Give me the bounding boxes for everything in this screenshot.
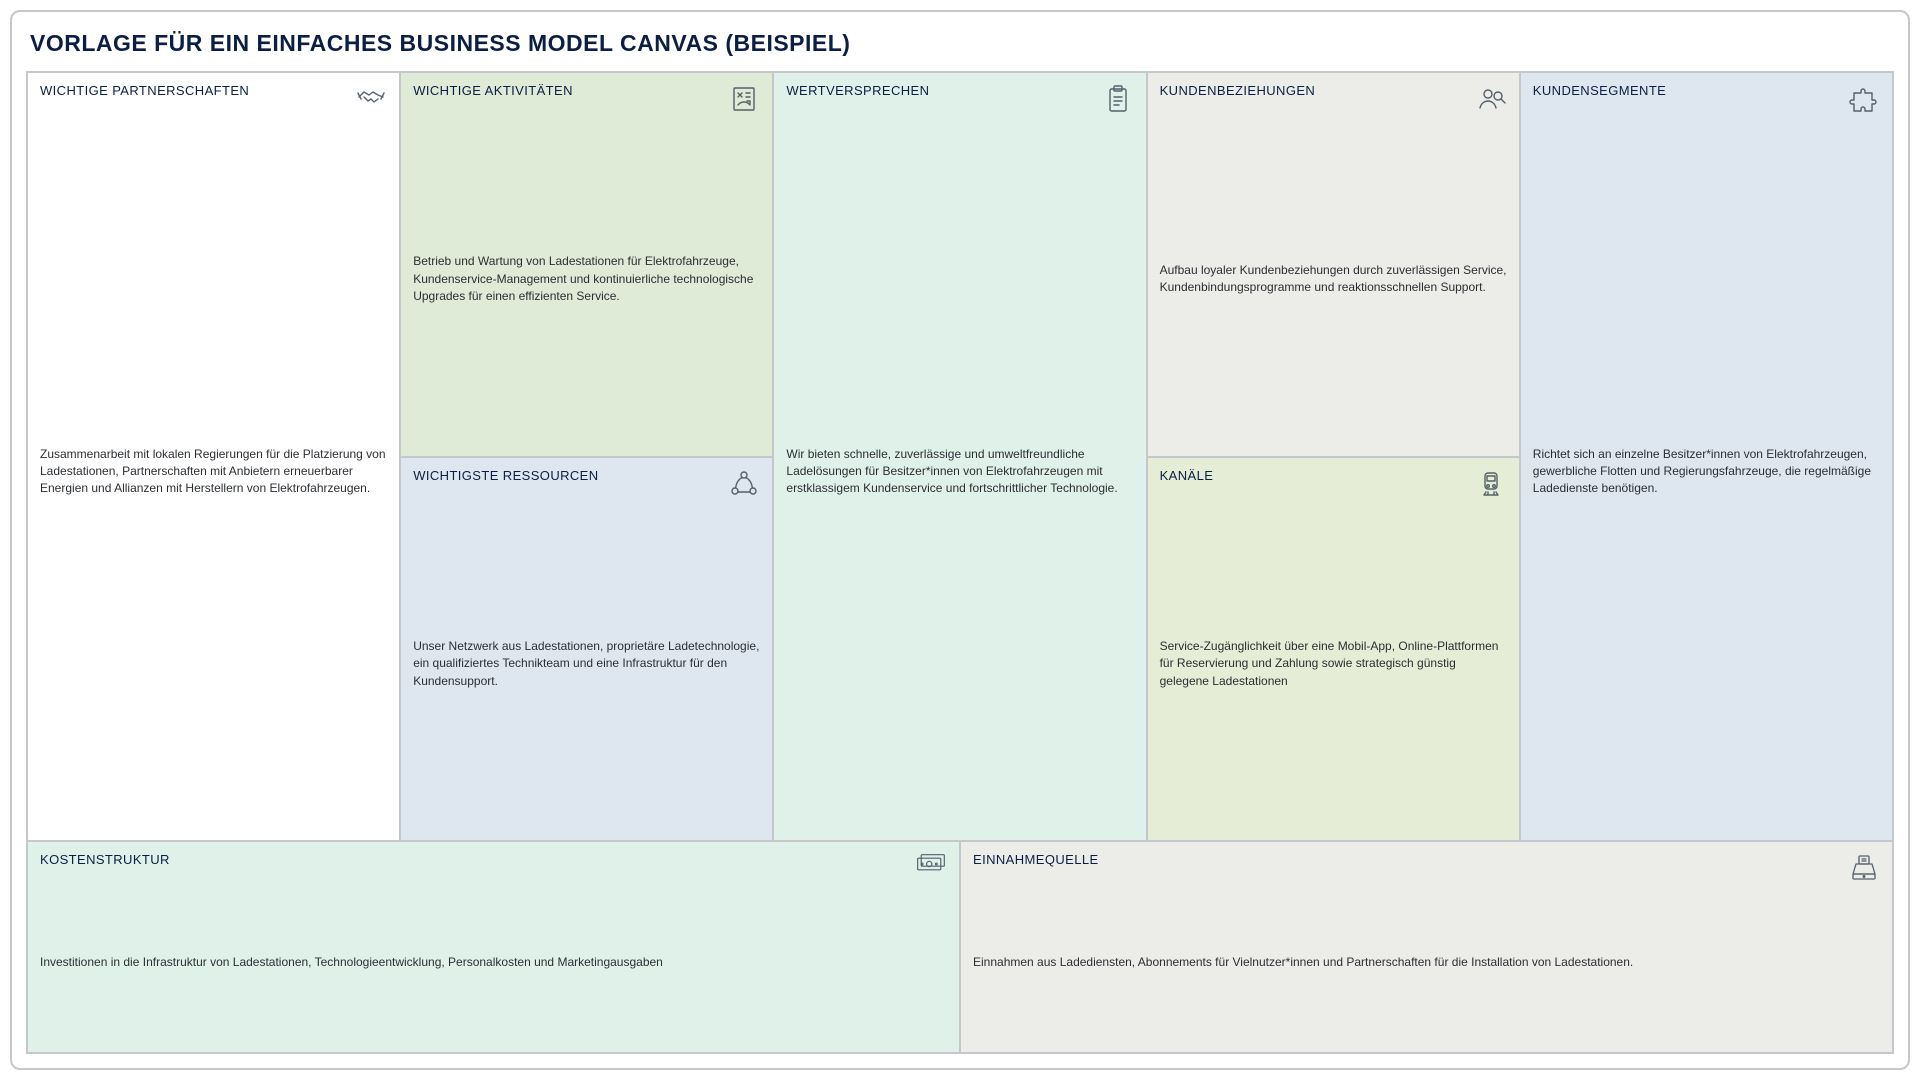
block-text: Richtet sich an einzelne Besitzer*innen … xyxy=(1533,446,1880,498)
block-revenue-streams: EINNAHMEQUELLE Einnahmen aus Ladedienste… xyxy=(960,841,1893,1053)
block-title: WICHTIGE AKTIVITÄTEN xyxy=(413,83,573,98)
block-text: Service-Zugänglichkeit über eine Mobil-A… xyxy=(1160,638,1507,690)
block-key-resources: WICHTIGSTE RESSOURCEN Unser Netzwerk aus… xyxy=(400,457,773,842)
canvas-frame: VORLAGE FÜR EIN EINFACHES BUSINESS MODEL… xyxy=(10,10,1910,1070)
block-text: Betrieb und Wartung von Ladestationen fü… xyxy=(413,253,760,305)
block-title: WICHTIGSTE RESSOURCEN xyxy=(413,468,598,483)
banknotes-icon xyxy=(915,852,947,884)
clipboard-check-icon xyxy=(1102,83,1134,115)
handshake-icon xyxy=(355,83,387,115)
block-title: EINNAHMEQUELLE xyxy=(973,852,1099,867)
block-cost-structure: KOSTENSTRUKTUR Investitionen in die Infr… xyxy=(27,841,960,1053)
strategy-board-icon xyxy=(728,83,760,115)
cash-register-icon xyxy=(1848,852,1880,884)
block-text: Unser Netzwerk aus Ladestationen, propri… xyxy=(413,638,760,690)
train-icon xyxy=(1475,468,1507,500)
block-title: KANÄLE xyxy=(1160,468,1214,483)
block-title: WICHTIGE PARTNERSCHAFTEN xyxy=(40,83,249,98)
block-channels: KANÄLE Service-Zugänglichkeit über eine … xyxy=(1147,457,1520,842)
block-title: KUNDENSEGMENTE xyxy=(1533,83,1666,98)
block-text: Zusammenarbeit mit lokalen Regierungen f… xyxy=(40,446,387,498)
cycle-nodes-icon xyxy=(728,468,760,500)
block-value-proposition: WERTVERSPRECHEN Wir bieten schnelle, zuv… xyxy=(773,72,1146,841)
block-text: Wir bieten schnelle, zuverlässige und um… xyxy=(786,446,1133,498)
block-customer-relationships: KUNDENBEZIEHUNGEN Aufbau loyaler Kundenb… xyxy=(1147,72,1520,457)
block-key-activities: WICHTIGE AKTIVITÄTEN Betrieb und Wartung… xyxy=(400,72,773,457)
page-title: VORLAGE FÜR EIN EINFACHES BUSINESS MODEL… xyxy=(26,30,1894,57)
block-text: Aufbau loyaler Kundenbeziehungen durch z… xyxy=(1160,262,1507,297)
block-text: Investitionen in die Infrastruktur von L… xyxy=(40,954,663,971)
block-key-partnerships: WICHTIGE PARTNERSCHAFTEN Zusammenarbeit … xyxy=(27,72,400,841)
block-title: KUNDENBEZIEHUNGEN xyxy=(1160,83,1316,98)
block-customer-segments: KUNDENSEGMENTE Richtet sich an einzelne … xyxy=(1520,72,1893,841)
puzzle-icon xyxy=(1848,83,1880,115)
block-title: KOSTENSTRUKTUR xyxy=(40,852,170,867)
block-text: Einnahmen aus Ladediensten, Abonnements … xyxy=(973,954,1633,971)
user-search-icon xyxy=(1475,83,1507,115)
block-title: WERTVERSPRECHEN xyxy=(786,83,929,98)
business-model-canvas: WICHTIGE PARTNERSCHAFTEN Zusammenarbeit … xyxy=(26,71,1894,1054)
